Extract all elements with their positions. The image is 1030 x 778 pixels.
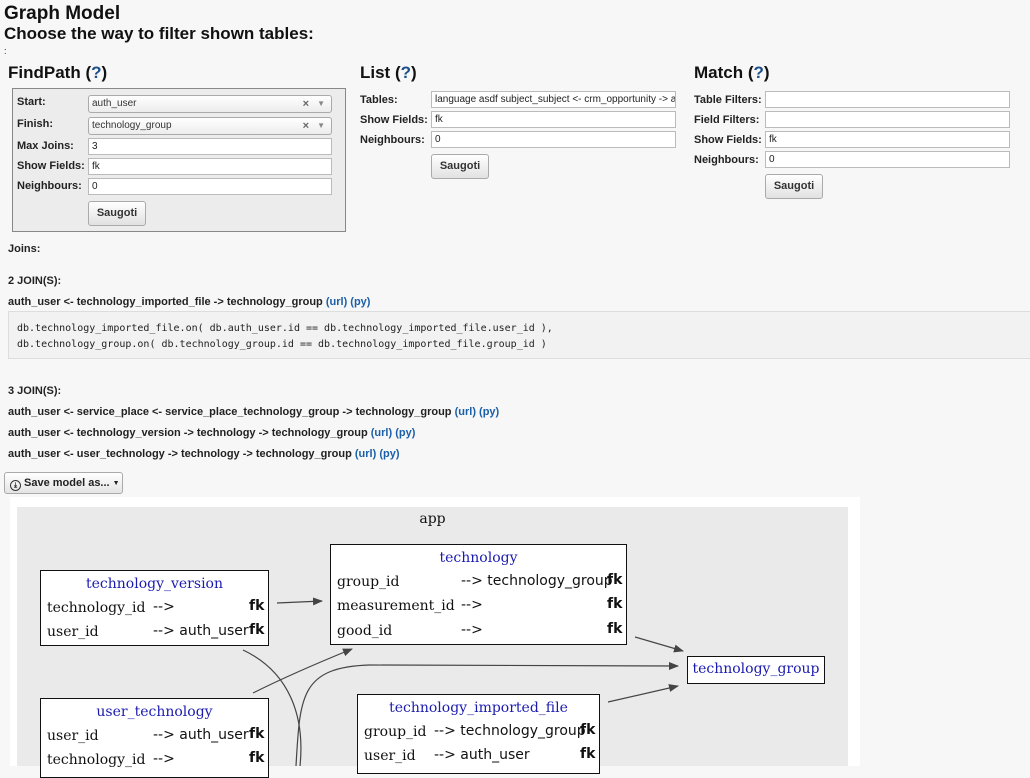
code-line: db.technology_imported_file.on( db.auth_… [17, 323, 553, 334]
finish-select[interactable]: technology_group × ▼ [88, 117, 332, 135]
tables-input[interactable]: language asdf subject_subject <- crm_opp… [431, 91, 676, 108]
join-path-item: auth_user <- technology_imported_file ->… [8, 296, 370, 308]
join-url-link[interactable]: (url) [355, 448, 376, 460]
list-neighbours-input[interactable]: 0 [431, 131, 676, 148]
join-url-link[interactable]: (url) [455, 406, 476, 418]
page-subtitle: Choose the way to filter shown tables: [4, 24, 314, 43]
join-path-text: auth_user <- user_technology -> technolo… [8, 448, 352, 460]
match-neighbours-label: Neighbours: [694, 154, 759, 166]
match-submit-button[interactable]: Saugoti [765, 174, 823, 199]
join-py-link[interactable]: (py) [379, 448, 399, 460]
field-filters-label: Field Filters: [694, 114, 760, 126]
joins-3-header: 3 JOIN(S): [8, 385, 62, 397]
caret-down-icon: ▼ [112, 480, 120, 487]
finish-select-value: technology_group [92, 120, 172, 131]
table-filters-input[interactable] [765, 91, 1010, 108]
edge-technology-to-technology-group [634, 636, 684, 653]
join-py-link[interactable]: (py) [479, 406, 499, 418]
tables-label: Tables: [360, 94, 398, 106]
findpath-neighbours-input[interactable]: 0 [88, 178, 332, 195]
join-code-block: db.technology_imported_file.on( db.auth_… [8, 311, 1030, 359]
clear-icon[interactable]: × [303, 118, 309, 134]
join-path-item: auth_user <- technology_version -> techn… [8, 427, 415, 439]
finish-label: Finish: [17, 118, 54, 130]
list-title: List (?) [360, 63, 417, 82]
join-url-link[interactable]: (url) [326, 296, 347, 308]
edge-to-technology-group-long [295, 661, 679, 766]
match-help-link[interactable]: ? [754, 63, 764, 82]
edge-user-technology-to-technology [252, 648, 353, 694]
start-select[interactable]: auth_user × ▼ [88, 95, 332, 113]
start-label: Start: [17, 96, 46, 108]
max-joins-input[interactable]: 3 [88, 138, 332, 155]
chevron-down-icon[interactable]: ▼ [317, 118, 325, 134]
start-select-value: auth_user [92, 98, 137, 109]
list-neighbours-label: Neighbours: [360, 134, 425, 146]
findpath-title: FindPath (?) [8, 63, 108, 82]
clear-icon[interactable]: × [303, 96, 309, 112]
list-title-text: List [360, 63, 391, 82]
join-py-link[interactable]: (py) [350, 296, 370, 308]
chevron-down-icon[interactable]: ▼ [317, 96, 325, 112]
list-help-link[interactable]: ? [401, 63, 411, 82]
field-filters-input[interactable] [765, 111, 1010, 128]
join-path-text: auth_user <- technology_version -> techn… [8, 427, 368, 439]
findpath-title-text: FindPath [8, 63, 81, 82]
save-model-label: Save model as... [24, 477, 110, 489]
join-url-link[interactable]: (url) [371, 427, 392, 439]
separator-text: : [4, 46, 7, 56]
findpath-submit-button[interactable]: Saugoti [88, 201, 146, 226]
graph-edges [242, 597, 684, 766]
match-show-fields-label: Show Fields: [694, 134, 762, 146]
max-joins-label: Max Joins: [17, 140, 74, 152]
save-model-button[interactable]: ⤓ Save model as... ▼ [4, 472, 123, 494]
list-submit-button[interactable]: Saugoti [431, 154, 489, 179]
edge-imported-file-to-technology-group [607, 684, 679, 703]
match-neighbours-input[interactable]: 0 [765, 151, 1010, 168]
match-title-text: Match [694, 63, 744, 82]
findpath-help-link[interactable]: ? [91, 63, 101, 82]
list-show-fields-input[interactable]: fk [431, 111, 676, 128]
join-path-text: auth_user <- technology_imported_file ->… [8, 296, 323, 308]
findpath-neighbours-label: Neighbours: [17, 180, 82, 192]
join-path-text: auth_user <- service_place <- service_pl… [8, 406, 452, 418]
joins-2-header: 2 JOIN(S): [8, 275, 62, 287]
match-show-fields-input[interactable]: fk [765, 131, 1010, 148]
match-title: Match (?) [694, 63, 770, 82]
list-show-fields-label: Show Fields: [360, 114, 428, 126]
page-title: Graph Model [4, 3, 121, 24]
table-filters-label: Table Filters: [694, 94, 762, 106]
join-path-item: auth_user <- service_place <- service_pl… [8, 406, 499, 418]
findpath-show-fields-label: Show Fields: [17, 160, 85, 172]
findpath-show-fields-input[interactable]: fk [88, 158, 332, 175]
code-line: db.technology_group.on( db.technology_gr… [17, 339, 547, 350]
graph-canvas: app technology_version technology_id -->… [10, 497, 860, 778]
edge-technology-version-to-auth-user [242, 649, 302, 766]
join-path-item: auth_user <- user_technology -> technolo… [8, 448, 400, 460]
edge-technology-version-to-technology [276, 597, 323, 606]
joins-label: Joins: [8, 243, 41, 255]
join-py-link[interactable]: (py) [395, 427, 415, 439]
save-icon: ⤓ [10, 480, 21, 491]
